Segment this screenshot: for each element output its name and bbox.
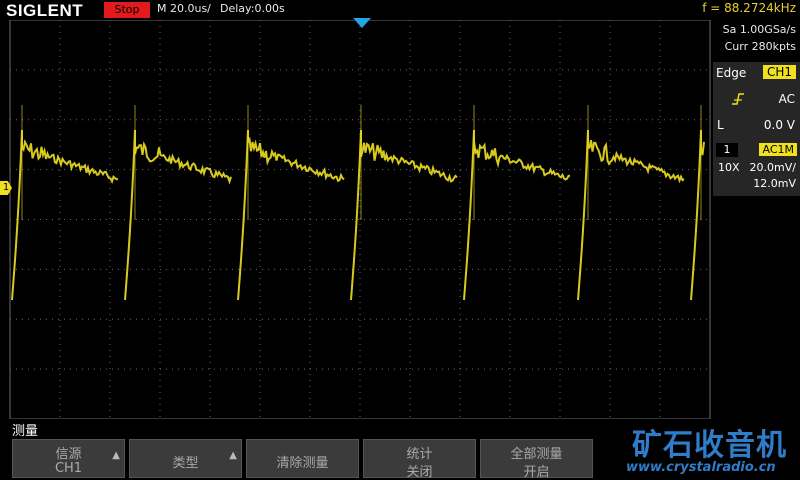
waveform-cycle: [124, 129, 232, 301]
softkey-type[interactable]: 类型 ▲: [129, 439, 242, 478]
ch1-waveform-trace: [11, 105, 705, 301]
watermark: 矿石收音机 www.crystalradio.cn: [604, 420, 800, 480]
sample-rate-readout: Sa 1.00GSa/s: [722, 23, 796, 36]
softkey-value: CH1: [54, 461, 83, 476]
softkey-all-measure[interactable]: 全部测量 开启: [480, 439, 593, 480]
waveform-cycle: [237, 129, 345, 301]
channel-coupling: AC1M: [759, 143, 797, 156]
run-stop-badge[interactable]: Stop: [104, 2, 150, 18]
timebase-readout: M 20.0us/: [157, 2, 211, 15]
side-info-panel: Sa 1.00GSa/s Curr 280kpts Edge CH1 AC L …: [713, 20, 800, 480]
arrow-up-icon: ▲: [112, 450, 120, 461]
status-bar: SIGLENT Stop M 20.0us/ Delay:0.00s f = 8…: [0, 0, 800, 20]
brand-logo: SIGLENT: [6, 1, 84, 20]
waveform-cycle: [350, 129, 458, 301]
delay-readout: Delay:0.00s: [220, 2, 285, 15]
trigger-position-marker[interactable]: [353, 18, 371, 28]
channel1-info-box[interactable]: 1 AC1M 10X 20.0mV/ 12.0mV: [713, 141, 800, 196]
softkey-value: 开启: [523, 465, 550, 480]
trigger-type: Edge: [716, 66, 747, 80]
memory-depth-readout: Curr 280kpts: [724, 40, 796, 53]
softkey-clear-measure[interactable]: 清除测量: [246, 439, 359, 478]
channel-number: 1: [716, 143, 738, 157]
trigger-coupling: AC: [778, 92, 795, 106]
softkey-source[interactable]: 信源 CH1 ▲: [12, 439, 125, 478]
softkey-label: 类型: [172, 456, 199, 471]
softkey-value: 关闭: [406, 465, 433, 480]
softkey-label: 全部测量: [510, 447, 563, 462]
graticule-lines: [9, 20, 711, 419]
waveform-cycle: [11, 129, 119, 301]
waveform-display[interactable]: [0, 20, 713, 419]
waveform-cycle: [577, 129, 685, 301]
softkey-bar: 信源 CH1 ▲ 类型 ▲ 清除测量 统计 关闭 全部测量 开启: [0, 437, 600, 480]
vertical-offset: 12.0mV: [753, 177, 796, 190]
trigger-source: CH1: [762, 65, 796, 79]
watermark-url: www.crystalradio.cn: [626, 460, 776, 475]
graticule: [9, 20, 711, 419]
arrow-up-icon: ▲: [229, 450, 237, 461]
waveform-cycle: [463, 129, 571, 301]
softkey-label: 统计: [406, 447, 433, 462]
frequency-readout: f = 88.2724kHz: [702, 1, 796, 15]
softkey-label: 清除测量: [276, 456, 329, 471]
probe-attenuation: 10X: [718, 161, 740, 174]
softkey-label: 信源: [55, 447, 82, 462]
trigger-mode: L: [717, 118, 724, 132]
watermark-title: 矿石收音机: [632, 428, 787, 463]
vertical-scale: 20.0mV/: [749, 161, 796, 174]
softkey-statistics[interactable]: 统计 关闭: [363, 439, 476, 480]
trigger-level: 0.0 V: [763, 118, 795, 132]
rising-edge-icon: [732, 93, 744, 105]
waveform-cycle: [690, 129, 705, 301]
